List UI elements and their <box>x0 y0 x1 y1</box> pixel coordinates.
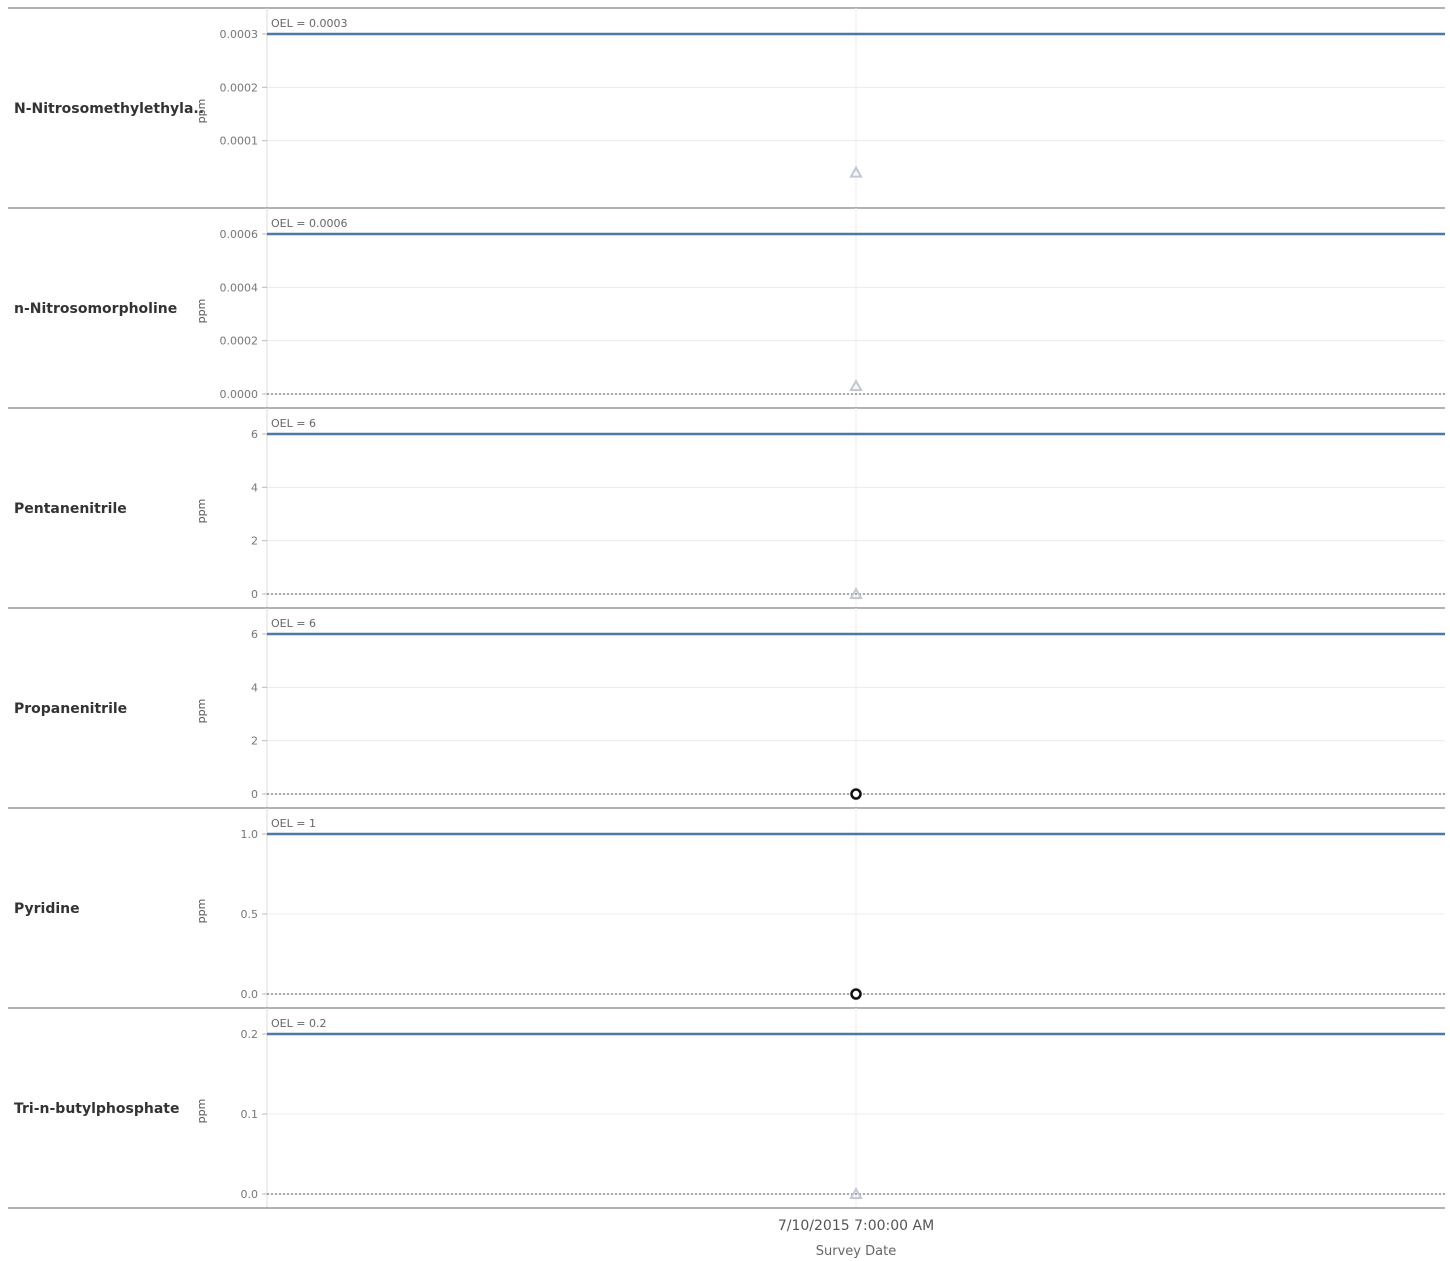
y-unit-label: ppm <box>195 1099 208 1124</box>
y-unit-label: ppm <box>195 99 208 124</box>
chart-row: 0.0001 0.0002 0.0003 OEL = 0.0003 N-Nitrosom… <box>8 8 1445 209</box>
y-tick-label: 0 <box>251 788 258 801</box>
data-point-circle <box>850 988 862 1000</box>
row-label: Tri-n-butylphosphate <box>14 1101 179 1117</box>
x-tick-label: 7/10/2015 7:00:00 AM <box>778 1218 934 1234</box>
y-tick-label: 0.0004 <box>220 281 259 294</box>
y-tick-label: 6 <box>251 428 258 441</box>
y-tick-label: 4 <box>251 681 258 694</box>
x-axis-title: Survey Date <box>816 1244 896 1259</box>
row-label: n-Nitrosomorpholine <box>14 301 177 317</box>
y-tick-label: 1.0 <box>241 828 259 841</box>
row-label: Propanenitrile <box>14 701 127 717</box>
y-unit-label: ppm <box>195 299 208 324</box>
oel-survey-chart: 0.00010.00020.0003OEL = 0.0003N-Nitrosom… <box>8 7 1445 1259</box>
x-axis: 7/10/2015 7:00:00 AM Survey Date <box>778 1218 934 1259</box>
y-tick-label: 0.0 <box>241 1188 259 1201</box>
y-tick-label: 0.0001 <box>220 135 259 148</box>
y-tick-label: 4 <box>251 481 258 494</box>
y-tick-label: 0.0002 <box>220 335 259 348</box>
y-tick-label: 2 <box>251 535 258 548</box>
y-unit-label: ppm <box>195 699 208 724</box>
y-tick-label: 0.0006 <box>220 228 259 241</box>
oel-label: OEL = 6 <box>271 617 316 630</box>
oel-label: OEL = 0.2 <box>271 1017 326 1030</box>
oel-label: OEL = 1 <box>271 817 316 830</box>
chart-row: 0.0 0.1 0.2 OEL = 0.2 Tri-n-butylphosphate pp… <box>8 1008 1445 1209</box>
chart-rows: 0.00010.00020.0003OEL = 0.0003N-Nitrosom… <box>8 7 1445 1209</box>
y-tick-label: 0.0 <box>241 988 259 1001</box>
y-tick-label: 0.0003 <box>220 28 259 41</box>
y-tick-label: 0.5 <box>241 908 259 921</box>
y-tick-label: 0.0000 <box>220 388 259 401</box>
oel-label: OEL = 6 <box>271 417 316 430</box>
chart-row: 0.0 0.5 1.0 OEL = 1 Pyridine ppm <box>8 808 1445 1009</box>
y-tick-label: 0 <box>251 588 258 601</box>
oel-label: OEL = 0.0003 <box>271 17 347 30</box>
oel-label: OEL = 0.0006 <box>271 217 347 230</box>
y-unit-label: ppm <box>195 899 208 924</box>
y-tick-label: 0.1 <box>241 1108 259 1121</box>
y-tick-label: 2 <box>251 735 258 748</box>
y-unit-label: ppm <box>195 499 208 524</box>
row-label: Pentanenitrile <box>14 501 127 517</box>
chart-row: 0 2 4 6 OEL = 6 Propanenitrile ppm <box>8 608 1445 809</box>
y-tick-label: 6 <box>251 628 258 641</box>
chart-row: 0 2 4 6 OEL = 6 Pentanenitrile ppm <box>8 408 1445 609</box>
y-tick-label: 0.0002 <box>220 81 259 94</box>
row-label: Pyridine <box>14 901 80 917</box>
data-point-circle <box>850 788 862 800</box>
row-label: N-Nitrosomethylethyla.. <box>14 101 204 117</box>
y-tick-label: 0.2 <box>241 1028 259 1041</box>
chart-row: 0.0000 0.0002 0.0004 0.0006 OEL = 0.0006 n-Ni… <box>8 208 1445 409</box>
